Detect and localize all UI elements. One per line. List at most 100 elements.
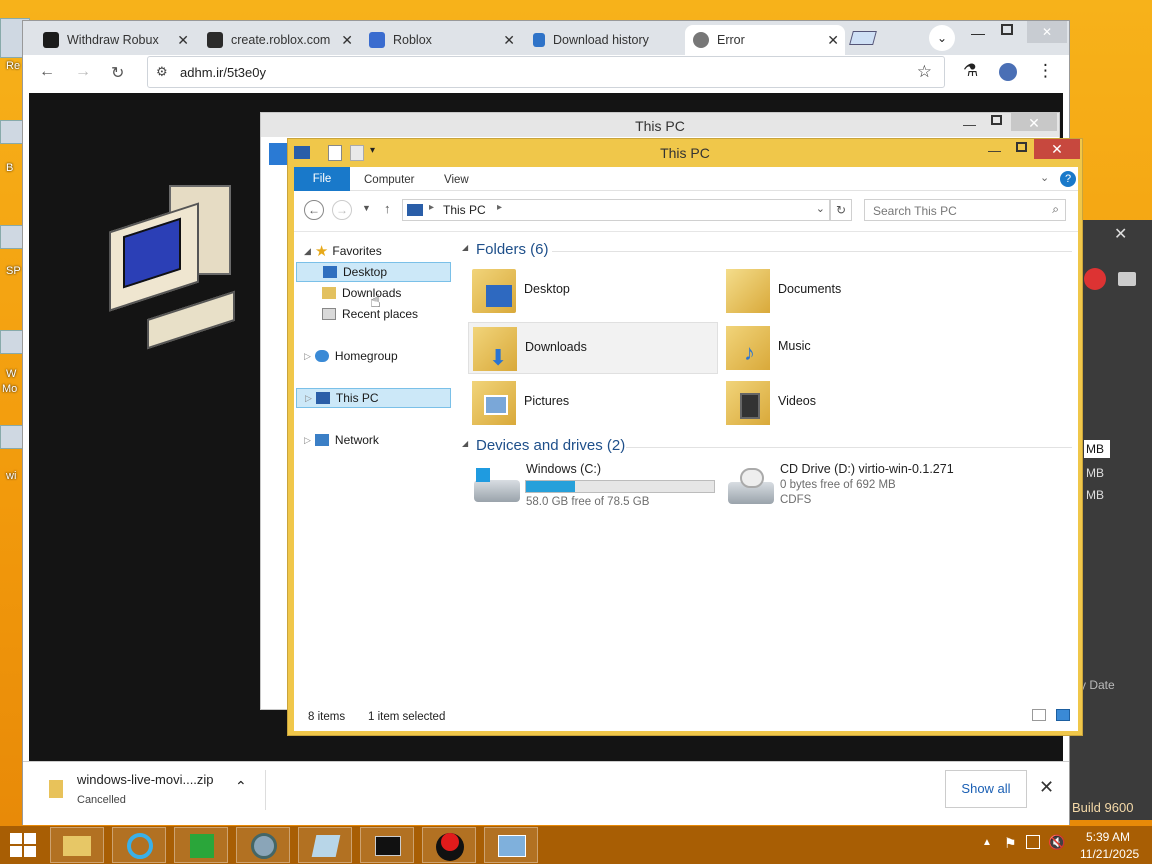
recorder-taskbar-icon[interactable] (422, 827, 476, 863)
search-icon[interactable]: ⌕ (1052, 202, 1059, 217)
site-settings-icon[interactable]: ⚙ (156, 64, 168, 80)
nav-desktop[interactable]: Desktop (296, 262, 451, 282)
store-taskbar-icon[interactable] (174, 827, 228, 863)
close-icon[interactable]: ✕ (1114, 224, 1127, 244)
close-window-icon[interactable]: ✕ (1011, 113, 1057, 131)
new-tab-button[interactable] (849, 31, 877, 45)
forward-icon[interactable]: → (332, 200, 352, 220)
menu-kebab-icon[interactable]: ⋮ (1037, 61, 1054, 81)
close-window-icon[interactable]: ✕ (1027, 21, 1067, 43)
close-window-icon[interactable]: ✕ (1034, 139, 1080, 159)
close-tab-icon[interactable]: ✕ (503, 32, 515, 49)
details-view-icon[interactable] (1032, 709, 1046, 721)
collapse-group-icon[interactable]: ◢ (462, 439, 468, 448)
show-all-button[interactable]: Show all (945, 770, 1027, 808)
close-tab-icon[interactable]: ✕ (341, 32, 353, 49)
devices-header[interactable]: Devices and drives (2) (476, 437, 625, 454)
large-icons-view-icon[interactable] (1056, 709, 1070, 721)
hard-drive-icon (474, 468, 520, 506)
folder-downloads[interactable]: ⬇ Downloads (468, 322, 718, 374)
recent-locations-icon[interactable]: ▼ (362, 203, 371, 213)
nav-favorites[interactable]: ◢ ★ Favorites (304, 241, 459, 261)
labs-flask-icon[interactable]: ⚗ (963, 61, 978, 81)
address-dropdown-icon[interactable]: ⌄ (816, 202, 825, 215)
address-bar[interactable]: ⚙ adhm.ir/5t3e0y ☆ (147, 56, 945, 88)
internet-explorer-taskbar-icon[interactable] (112, 827, 166, 863)
drive-d[interactable]: CD Drive (D:) virtio-win-0.1.271 0 bytes… (724, 462, 1064, 512)
back-icon[interactable]: ← (39, 63, 55, 81)
sort-label[interactable]: y Date (1080, 678, 1115, 692)
drive-c[interactable]: Windows (C:) 58.0 GB free of 78.5 GB (470, 462, 720, 512)
nav-network[interactable]: ▷ Network (304, 430, 459, 450)
minimize-icon[interactable]: — (988, 143, 1001, 158)
tab-error[interactable]: Error ✕ (685, 25, 845, 55)
action-center-flag-icon[interactable]: ⚑ (1004, 835, 1017, 852)
nav-this-pc[interactable]: ▷ This PC (296, 388, 451, 408)
refresh-icon[interactable]: ↻ (830, 199, 852, 221)
ribbon-tab-view[interactable]: View (444, 174, 469, 186)
tab-withdraw[interactable]: Withdraw Robux ✕ (35, 25, 195, 55)
file-explorer-taskbar-icon[interactable] (50, 827, 104, 863)
start-button[interactable] (10, 833, 36, 857)
reload-icon[interactable]: ↻ (111, 63, 124, 83)
folder-pictures[interactable]: Pictures (468, 377, 718, 429)
minimize-icon[interactable]: — (963, 117, 976, 132)
pictures-folder-icon (472, 381, 516, 425)
folder-music[interactable]: ♪ Music (722, 322, 972, 374)
desktop-app-icon[interactable] (0, 225, 24, 249)
folders-header[interactable]: Folders (6) (476, 241, 549, 258)
drive-free-space: 58.0 GB free of 78.5 GB (526, 496, 650, 508)
clock-date[interactable]: 11/21/2025 (1080, 847, 1139, 861)
close-download-shelf-icon[interactable]: ✕ (1039, 777, 1054, 798)
explorer-address-bar[interactable]: ▸ This PC ▸ ⌄ (402, 199, 830, 221)
desktop-app-icon[interactable] (0, 425, 24, 449)
breadcrumb-arrow-icon: ▸ (497, 202, 503, 213)
up-icon[interactable]: ↑ (384, 201, 391, 216)
back-icon[interactable]: ← (304, 200, 324, 220)
download-options-chevron-icon[interactable]: ⌃ (235, 778, 247, 795)
star-icon: ★ (314, 243, 329, 260)
status-item-count: 8 items (308, 711, 346, 723)
show-hidden-icons-icon[interactable]: ▲ (982, 837, 992, 848)
bookmark-star-icon[interactable]: ☆ (917, 62, 932, 82)
ribbon-tab-file[interactable]: File (294, 167, 350, 191)
close-tab-icon[interactable]: ✕ (827, 32, 839, 49)
desktop-app-icon[interactable] (0, 330, 24, 354)
volume-muted-icon[interactable]: 🔇 (1048, 834, 1065, 851)
tab-create-roblox[interactable]: create.roblox.com ✕ (199, 25, 359, 55)
search-box[interactable]: Search This PC ⌕ (864, 199, 1066, 221)
maximize-icon[interactable] (1016, 142, 1027, 152)
breadcrumb[interactable]: This PC (443, 203, 486, 217)
chrome-taskbar-icon[interactable] (236, 827, 290, 863)
close-tab-icon[interactable]: ✕ (177, 32, 189, 49)
nav-homegroup[interactable]: ▷ Homegroup (304, 346, 459, 366)
download-filename[interactable]: windows-live-movi....zip (77, 772, 214, 787)
minimize-icon[interactable]: — (971, 25, 985, 41)
tab-roblox[interactable]: Roblox ✕ (361, 25, 521, 55)
expand-ribbon-icon[interactable]: ⌄ (1040, 171, 1049, 184)
explorer-window[interactable]: ▾ This PC — ✕ File Computer View ⌄ ? ← →… (287, 138, 1083, 736)
maximize-icon[interactable] (1001, 24, 1013, 35)
camera-icon[interactable] (1118, 272, 1136, 286)
folder-desktop[interactable]: Desktop (468, 265, 718, 317)
record-icon[interactable] (1084, 268, 1106, 290)
tab-strip: Withdraw Robux ✕ create.roblox.com ✕ Rob… (23, 21, 1069, 55)
desktop-app-icon[interactable] (0, 120, 24, 144)
folder-videos[interactable]: Videos (722, 377, 972, 429)
download-icon (533, 33, 545, 47)
ribbon-tab-computer[interactable]: Computer (364, 174, 415, 186)
profile-avatar-icon[interactable] (999, 63, 1017, 81)
remote-desktop-taskbar-icon[interactable] (484, 827, 538, 863)
app-taskbar-icon[interactable] (298, 827, 352, 863)
homegroup-icon (314, 350, 329, 362)
maximize-icon[interactable] (991, 115, 1002, 125)
help-icon[interactable]: ? (1060, 171, 1076, 187)
network-tray-icon[interactable] (1026, 835, 1040, 849)
clock-time[interactable]: 5:39 AM (1086, 830, 1130, 844)
folder-documents[interactable]: Documents (722, 265, 972, 317)
tab-download-history[interactable]: Download history (525, 25, 685, 55)
forward-icon[interactable]: → (75, 63, 91, 81)
tab-search-icon[interactable]: ⌄ (929, 25, 955, 51)
command-prompt-taskbar-icon[interactable] (360, 827, 414, 863)
collapse-group-icon[interactable]: ◢ (462, 243, 468, 252)
